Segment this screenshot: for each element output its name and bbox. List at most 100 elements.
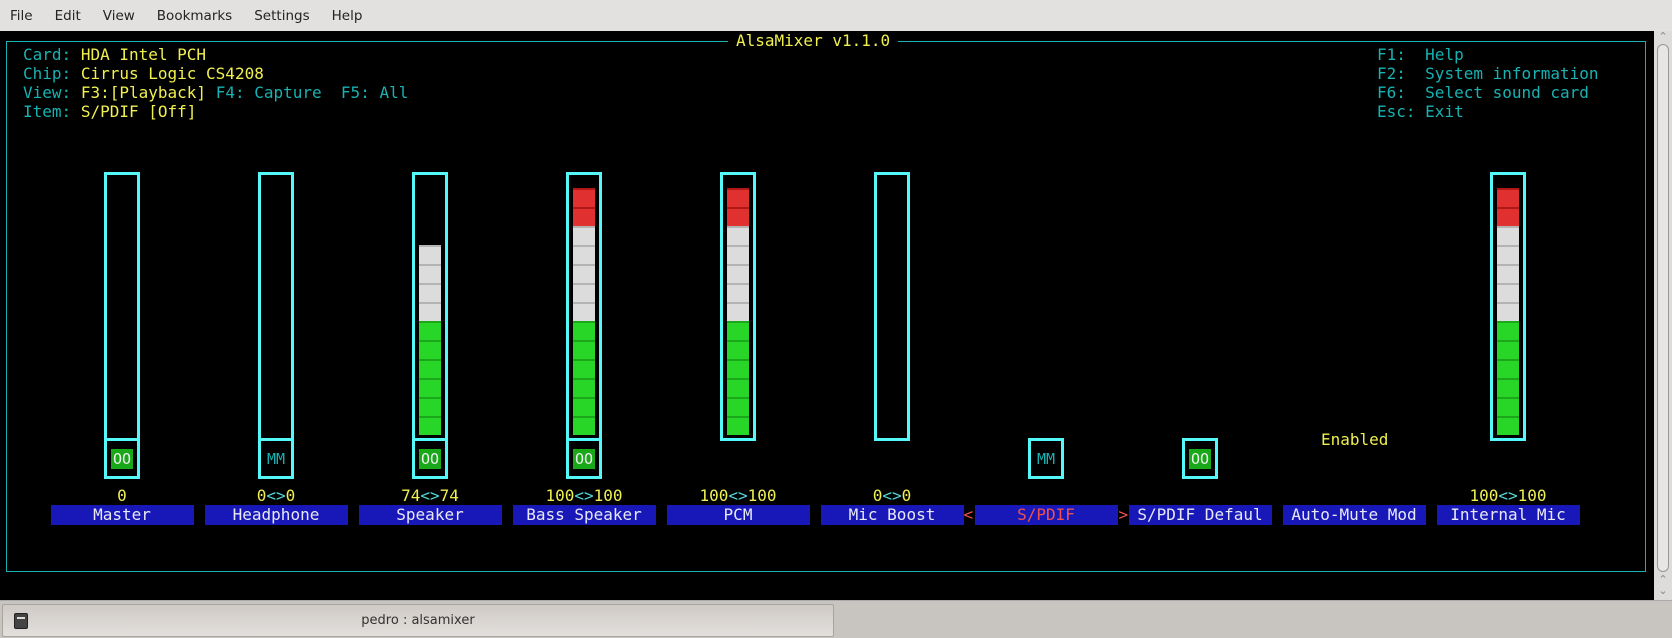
volume-cell	[1497, 359, 1519, 378]
volume-cell	[573, 264, 595, 283]
volume-level	[419, 245, 441, 435]
view-playback[interactable]: [Playback]	[110, 83, 206, 102]
volume-bar[interactable]	[412, 172, 448, 441]
menu-edit[interactable]: Edit	[55, 8, 81, 24]
help-key: F6:	[1377, 83, 1406, 102]
volume-bar-bottom	[720, 438, 756, 441]
taskbar-item-alsamixer[interactable]: pedro : alsamixer	[2, 604, 834, 637]
channel-label[interactable]: Auto-Mute Mod	[1282, 505, 1426, 525]
volume-level	[573, 188, 595, 435]
volume-bar[interactable]	[874, 172, 910, 441]
volume-cell	[727, 283, 749, 302]
auto-mute-enum-value: Enabled	[1321, 430, 1389, 449]
volume-cell	[1497, 397, 1519, 416]
mute-state: MM	[1036, 449, 1056, 468]
help-f6: F6: Select sound card	[1377, 83, 1589, 103]
help-f2: F2: System information	[1377, 64, 1599, 84]
menu-file[interactable]: File	[10, 8, 33, 24]
selection-right-marker: >	[1118, 505, 1129, 524]
terminal[interactable]: AlsaMixer v1.1.0 Card: HDA Intel PCH Chi…	[0, 31, 1654, 600]
volume-cell	[1497, 416, 1519, 435]
channel-label[interactable]: Bass Speaker	[512, 505, 656, 525]
view-capture[interactable]: F4: Capture	[216, 83, 322, 102]
mute-toggle[interactable]: MM	[258, 438, 294, 479]
volume-value: 100<>100	[699, 486, 777, 505]
volume-cell	[419, 264, 441, 283]
mixer-title: AlsaMixer v1.1.0	[728, 31, 899, 51]
help-action: Exit	[1425, 102, 1464, 121]
help-action: System information	[1425, 64, 1599, 83]
channel-label[interactable]: PCM	[666, 505, 810, 525]
volume-value: 0<>0	[872, 486, 912, 505]
mute-toggle[interactable]: OO	[104, 438, 140, 479]
scroll-down-icon[interactable]: ⌄	[1656, 585, 1670, 597]
volume-cell	[419, 378, 441, 397]
mute-state: MM	[266, 449, 286, 468]
view-line: View: F3:[Playback] F4: Capture F5: All	[23, 83, 408, 103]
volume-cell	[727, 359, 749, 378]
menu-settings[interactable]: Settings	[254, 8, 309, 24]
mute-toggle[interactable]: OO	[566, 438, 602, 479]
menu-help[interactable]: Help	[332, 8, 363, 24]
volume-value: 0	[117, 486, 127, 505]
volume-cell	[419, 283, 441, 302]
volume-value: 74<>74	[401, 486, 459, 505]
volume-cell	[1497, 321, 1519, 340]
volume-bar[interactable]	[258, 172, 294, 441]
volume-bar[interactable]	[104, 172, 140, 441]
volume-cell	[573, 397, 595, 416]
volume-value: 0<>0	[256, 486, 296, 505]
channel-label[interactable]: Mic Boost	[820, 505, 964, 525]
view-all[interactable]: F5: All	[341, 83, 408, 102]
volume-cell	[1497, 264, 1519, 283]
view-f3-key[interactable]: F3:	[81, 83, 110, 102]
volume-cell	[573, 340, 595, 359]
channel-label[interactable]: S/PDIF Defaul	[1128, 505, 1272, 525]
volume-cell	[573, 226, 595, 245]
mute-toggle[interactable]: OO	[1182, 438, 1218, 479]
volume-bar[interactable]	[720, 172, 756, 441]
help-key: F1:	[1377, 45, 1406, 64]
channel-label[interactable]: Internal Mic	[1436, 505, 1580, 525]
volume-cell	[573, 283, 595, 302]
volume-cell	[1497, 378, 1519, 397]
chip-line: Chip: Cirrus Logic CS4208	[23, 64, 264, 84]
volume-bar-bottom	[874, 438, 910, 441]
mute-state: OO	[418, 448, 442, 469]
scrollbar[interactable]: ⌃ ⌃ ⌄	[1654, 31, 1672, 600]
item-label: Item:	[23, 102, 72, 121]
chip-value: Cirrus Logic CS4208	[80, 64, 264, 83]
volume-bar-bottom	[1490, 438, 1526, 441]
volume-cell	[727, 397, 749, 416]
menubar: File Edit View Bookmarks Settings Help	[0, 0, 1672, 31]
volume-cell	[573, 188, 595, 207]
scroll-up-icon[interactable]: ⌃	[1656, 31, 1670, 43]
volume-level	[727, 188, 749, 435]
channel-label[interactable]: S/PDIF	[974, 505, 1118, 525]
view-label: View:	[23, 83, 72, 102]
item-line: Item: S/PDIF [Off]	[23, 102, 196, 122]
volume-bar[interactable]	[566, 172, 602, 441]
help-action: Help	[1425, 45, 1464, 64]
channel-label[interactable]: Speaker	[358, 505, 502, 525]
mute-toggle[interactable]: MM	[1028, 438, 1064, 479]
volume-cell	[419, 245, 441, 264]
volume-cell	[573, 359, 595, 378]
mute-state: OO	[110, 448, 134, 469]
volume-cell	[727, 188, 749, 207]
menu-view[interactable]: View	[103, 8, 135, 24]
channel-label[interactable]: Headphone	[204, 505, 348, 525]
mute-state: OO	[1188, 448, 1212, 469]
volume-cell	[419, 359, 441, 378]
mute-toggle[interactable]: OO	[412, 438, 448, 479]
channel-label[interactable]: Master	[50, 505, 194, 525]
scrollbar-thumb[interactable]	[1657, 44, 1669, 572]
volume-cell	[727, 245, 749, 264]
volume-cell	[573, 416, 595, 435]
volume-cell	[573, 378, 595, 397]
volume-bar[interactable]	[1490, 172, 1526, 441]
menu-bookmarks[interactable]: Bookmarks	[157, 8, 232, 24]
volume-cell	[727, 207, 749, 226]
selection-left-marker: <	[963, 505, 974, 524]
card-value: HDA Intel PCH	[80, 45, 207, 64]
